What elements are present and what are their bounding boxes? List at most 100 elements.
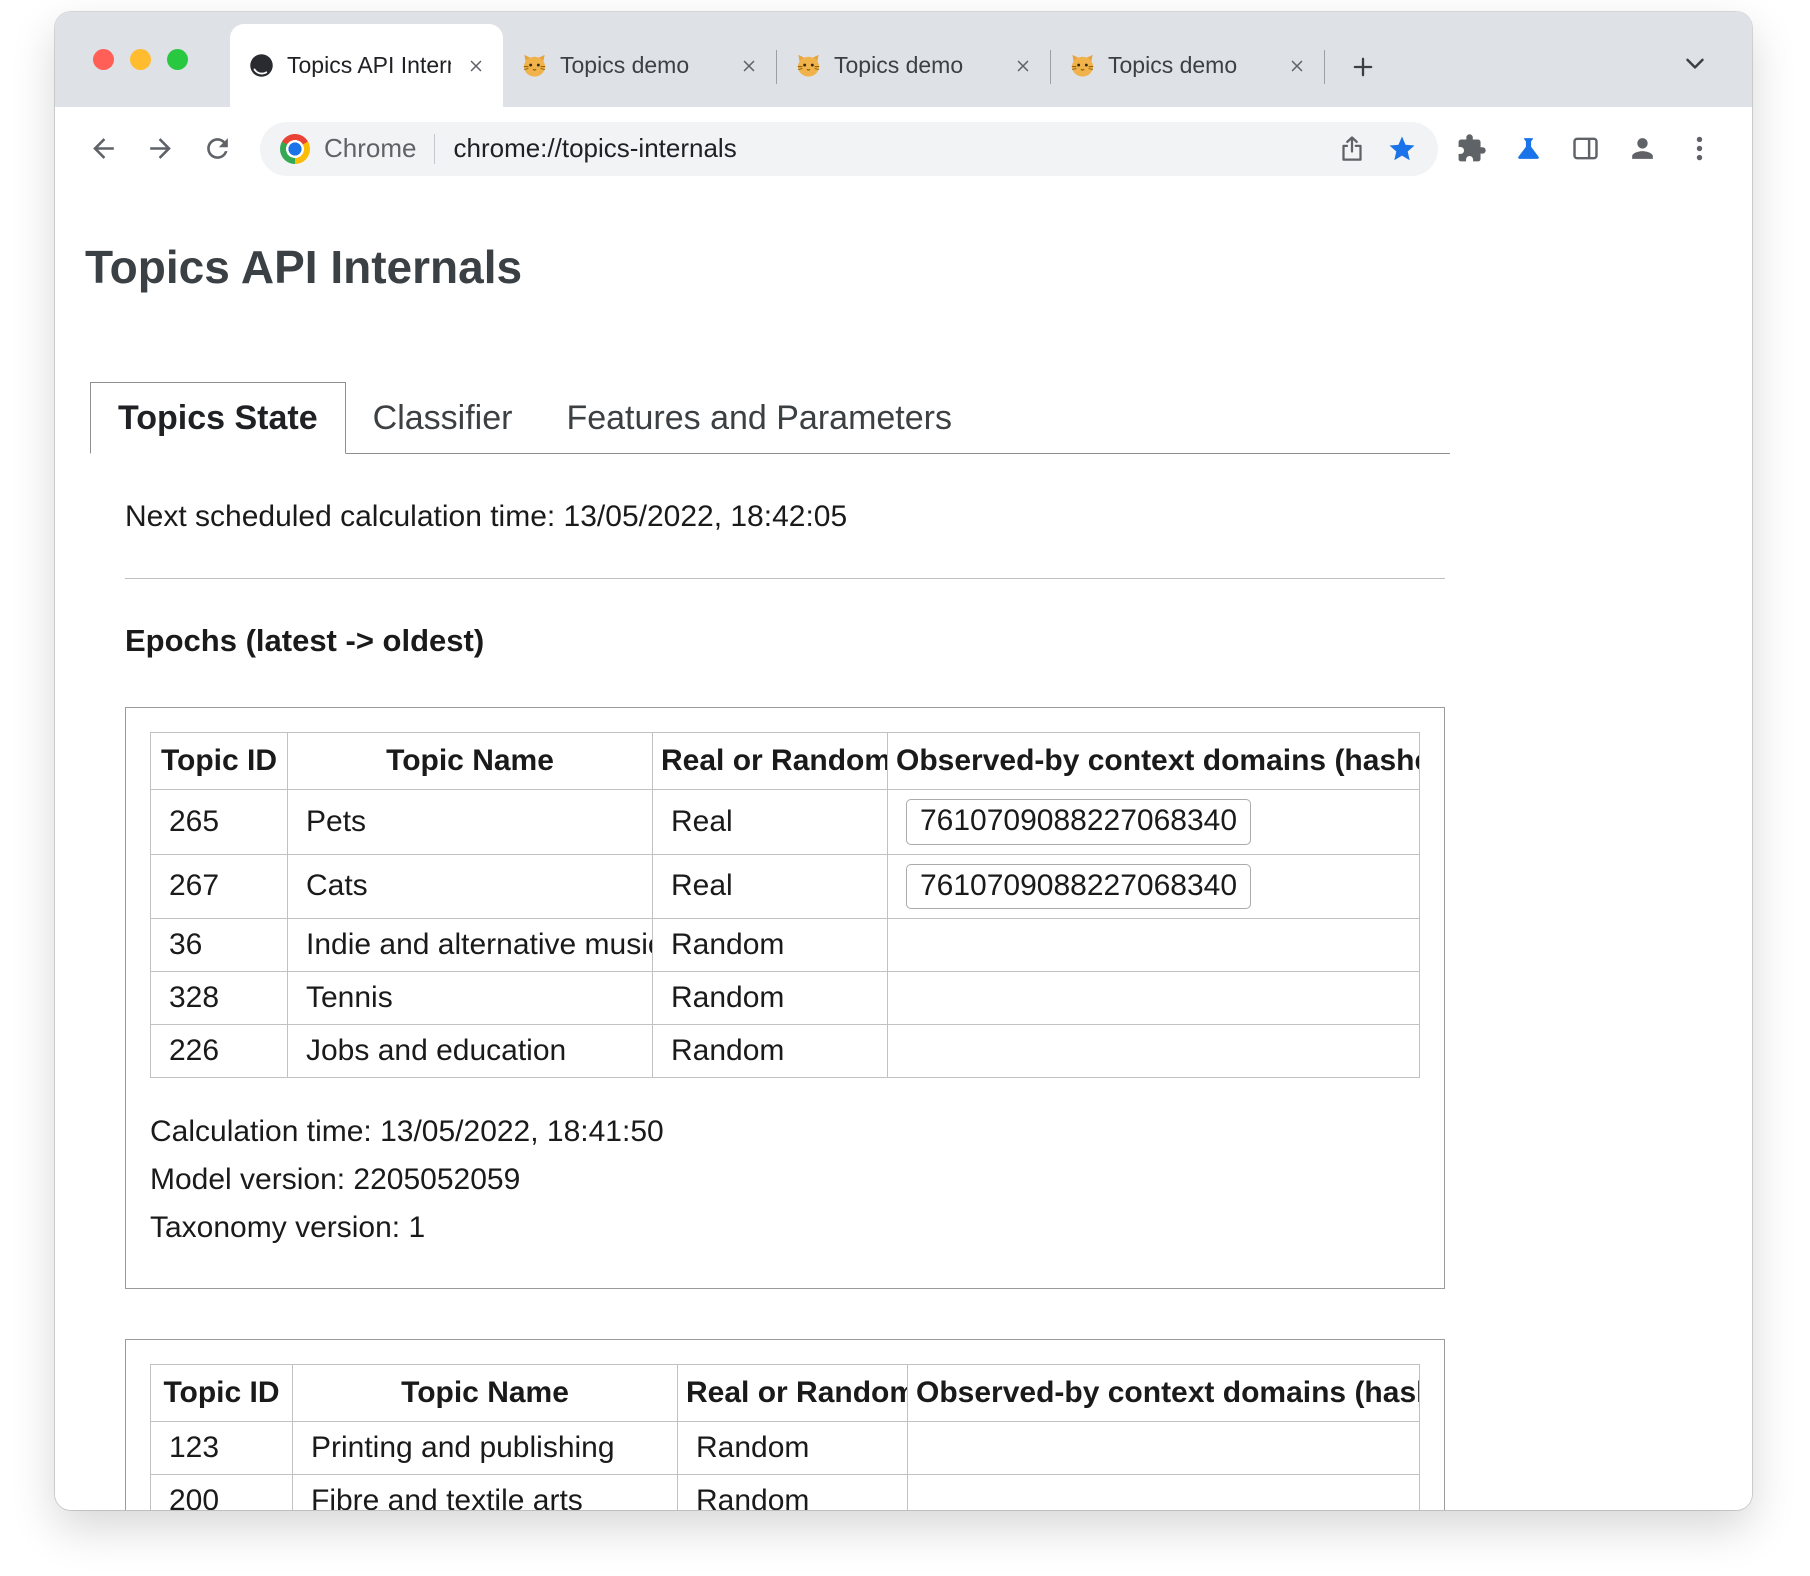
- table-row: 226 Jobs and education Random: [151, 1025, 1420, 1078]
- cat-icon: [1069, 52, 1096, 79]
- topic-id-cell: 36: [151, 919, 288, 972]
- hashed-domain-box: 7610709088227068340: [906, 799, 1251, 845]
- column-header-observed-by: Observed-by context domains (hashed): [908, 1365, 1420, 1422]
- tab-search-chevron-icon[interactable]: [1680, 48, 1710, 78]
- tab-title: Topics API Intern: [287, 54, 451, 77]
- real-or-random-cell: Real: [653, 854, 888, 919]
- observed-by-cell: 7610709088227068340: [888, 790, 1420, 855]
- real-or-random-cell: Random: [678, 1422, 908, 1475]
- table-row: 36 Indie and alternative music Random: [151, 919, 1420, 972]
- taxonomy-version: Taxonomy version: 1: [150, 1204, 1420, 1252]
- observed-by-cell: [908, 1422, 1420, 1475]
- topic-name-cell: Jobs and education: [288, 1025, 653, 1078]
- cat-icon: [795, 52, 822, 79]
- real-or-random-cell: Random: [653, 972, 888, 1025]
- browser-tab-topics-internals[interactable]: Topics API Intern: [230, 24, 503, 107]
- epochs-heading: Epochs (latest -> oldest): [125, 623, 1752, 659]
- epoch-metadata: Calculation time: 13/05/2022, 18:41:50 M…: [150, 1108, 1420, 1252]
- tab-separator: [1324, 50, 1325, 84]
- observed-by-cell: 7610709088227068340: [888, 854, 1420, 919]
- bookmark-star-icon[interactable]: [1384, 131, 1420, 167]
- table-row: 200 Fibre and textile arts Random: [151, 1475, 1420, 1511]
- topic-name-cell: Indie and alternative music: [288, 919, 653, 972]
- address-divider: [434, 134, 435, 164]
- page-title: Topics API Internals: [85, 240, 1752, 294]
- labs-flask-icon[interactable]: [1504, 125, 1552, 173]
- table-row: 123 Printing and publishing Random: [151, 1422, 1420, 1475]
- topic-name-cell: Fibre and textile arts: [293, 1475, 678, 1511]
- browser-tab-topics-demo-2[interactable]: Topics demo: [777, 24, 1050, 107]
- calculation-time: Calculation time: 13/05/2022, 18:41:50: [150, 1108, 1420, 1156]
- internals-favicon-icon: [248, 52, 275, 79]
- tab-title: Topics demo: [1108, 54, 1272, 77]
- real-or-random-cell: Random: [653, 919, 888, 972]
- browser-toolbar: Chrome chrome://topics-internals: [55, 107, 1752, 190]
- epoch-table: Topic ID Topic Name Real or Random Obser…: [150, 1364, 1420, 1510]
- topic-id-cell: 267: [151, 854, 288, 919]
- table-row: 267 Cats Real 7610709088227068340: [151, 854, 1420, 919]
- observed-by-cell: [908, 1475, 1420, 1511]
- address-url: chrome://topics-internals: [453, 133, 736, 164]
- menu-dots-icon[interactable]: [1675, 125, 1723, 173]
- topic-id-cell: 123: [151, 1422, 293, 1475]
- observed-by-cell: [888, 1025, 1420, 1078]
- extensions-puzzle-icon[interactable]: [1447, 125, 1495, 173]
- side-panel-icon[interactable]: [1561, 125, 1609, 173]
- share-icon[interactable]: [1334, 131, 1370, 167]
- tab-strip: Topics API Intern Topics demo: [55, 12, 1752, 107]
- column-header-topic-id: Topic ID: [151, 733, 288, 790]
- reload-button[interactable]: [193, 125, 241, 173]
- column-header-observed-by: Observed-by context domains (hashed): [888, 733, 1420, 790]
- window-minimize-button[interactable]: [130, 49, 151, 70]
- topic-id-cell: 200: [151, 1475, 293, 1511]
- tab-close-icon[interactable]: [1010, 53, 1036, 79]
- new-tab-button[interactable]: [1341, 45, 1385, 89]
- browser-tab-topics-demo-1[interactable]: Topics demo: [503, 24, 776, 107]
- tab-strip-spacer: [1385, 12, 1680, 107]
- tab-close-icon[interactable]: [736, 53, 762, 79]
- window-zoom-button[interactable]: [167, 49, 188, 70]
- real-or-random-cell: Random: [653, 1025, 888, 1078]
- forward-button[interactable]: [136, 125, 184, 173]
- topic-id-cell: 328: [151, 972, 288, 1025]
- topic-name-cell: Tennis: [288, 972, 653, 1025]
- window-controls: [55, 12, 230, 107]
- chrome-logo-icon: [280, 134, 310, 164]
- topic-name-cell: Pets: [288, 790, 653, 855]
- column-header-topic-id: Topic ID: [151, 1365, 293, 1422]
- hashed-domain-box: 7610709088227068340: [906, 864, 1251, 910]
- tab-features-and-parameters[interactable]: Features and Parameters: [539, 383, 979, 453]
- window-close-button[interactable]: [93, 49, 114, 70]
- browser-window: Topics API Intern Topics demo: [55, 12, 1752, 1510]
- real-or-random-cell: Real: [653, 790, 888, 855]
- observed-by-cell: [888, 919, 1420, 972]
- topic-id-cell: 226: [151, 1025, 288, 1078]
- page-tab-bar: Topics State Classifier Features and Par…: [90, 382, 1450, 454]
- topic-id-cell: 265: [151, 790, 288, 855]
- tab-close-icon[interactable]: [463, 53, 489, 79]
- topic-name-cell: Printing and publishing: [293, 1422, 678, 1475]
- next-calculation-time: Next scheduled calculation time: 13/05/2…: [125, 500, 1752, 534]
- table-row: 265 Pets Real 7610709088227068340: [151, 790, 1420, 855]
- column-header-topic-name: Topic Name: [293, 1365, 678, 1422]
- tab-close-icon[interactable]: [1284, 53, 1310, 79]
- epoch-panel-older: Topic ID Topic Name Real or Random Obser…: [125, 1339, 1445, 1510]
- column-header-real-or-random: Real or Random: [653, 733, 888, 790]
- table-row: 328 Tennis Random: [151, 972, 1420, 1025]
- tab-classifier[interactable]: Classifier: [346, 383, 540, 453]
- topics-state-panel: Next scheduled calculation time: 13/05/2…: [85, 454, 1752, 1510]
- real-or-random-cell: Random: [678, 1475, 908, 1511]
- cat-icon: [521, 52, 548, 79]
- model-version: Model version: 2205052059: [150, 1156, 1420, 1204]
- tab-title: Topics demo: [834, 54, 998, 77]
- address-bar[interactable]: Chrome chrome://topics-internals: [260, 122, 1438, 176]
- divider: [125, 578, 1445, 579]
- browser-tab-topics-demo-3[interactable]: Topics demo: [1051, 24, 1324, 107]
- tab-topics-state[interactable]: Topics State: [90, 382, 346, 454]
- observed-by-cell: [888, 972, 1420, 1025]
- topic-name-cell: Cats: [288, 854, 653, 919]
- profile-avatar-icon[interactable]: [1618, 125, 1666, 173]
- tab-title: Topics demo: [560, 54, 724, 77]
- back-button[interactable]: [79, 125, 127, 173]
- column-header-real-or-random: Real or Random: [678, 1365, 908, 1422]
